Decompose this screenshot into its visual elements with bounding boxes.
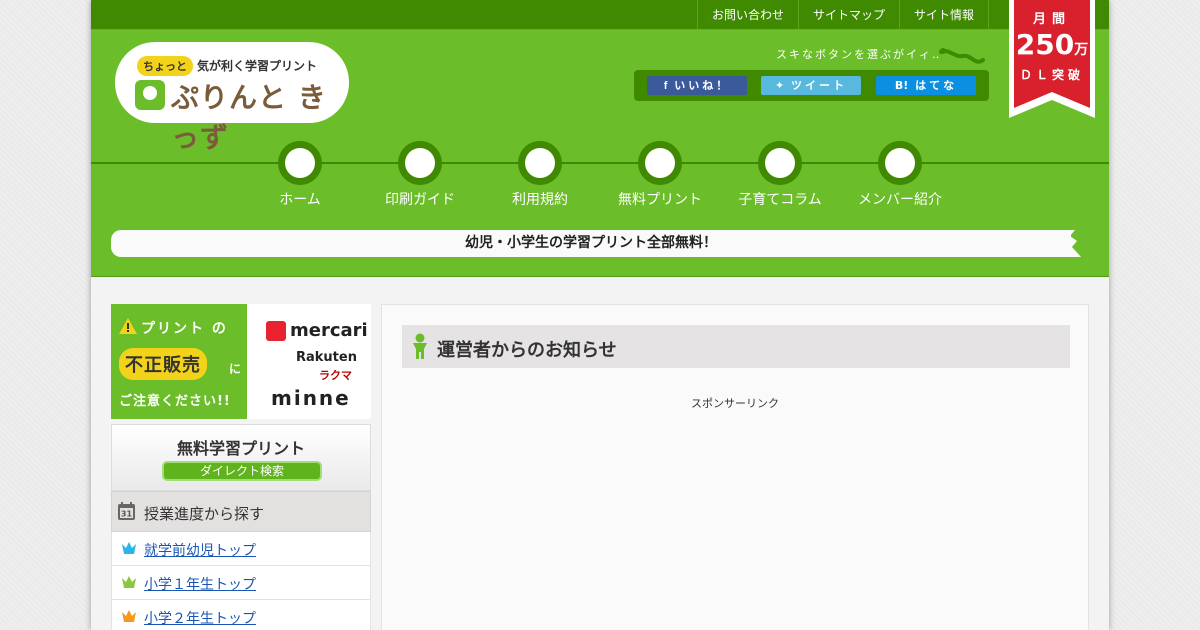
top-bar: お問い合わせ サイトマップ サイト情報 xyxy=(91,0,1109,30)
sidebar-section-title: 授業進度から探す xyxy=(144,505,265,523)
share-buttons: f いいね！ ✦ ツイート B! はてな xyxy=(634,70,989,101)
nav-members[interactable]: メンバー紹介 xyxy=(840,141,960,211)
logo-mark-icon xyxy=(135,80,165,110)
direct-search-box: 無料学習プリント ダイレクト検索 xyxy=(111,424,371,491)
nav-terms[interactable]: 利用規約 xyxy=(480,141,600,211)
nav-free-prints[interactable]: 無料プリント xyxy=(600,141,720,211)
crown-icon xyxy=(122,610,136,622)
promo-left: プリント の 不正販売 に ご注意ください!! xyxy=(111,304,247,419)
nav-circle-icon xyxy=(398,141,442,185)
crown-icon xyxy=(122,576,136,588)
nav-circle-icon xyxy=(278,141,322,185)
share-caption: スキなボタンを選ぶがイィ‥ xyxy=(776,48,942,61)
tweet-button[interactable]: ✦ ツイート xyxy=(761,76,861,95)
sidebar-section-header: 31 授業進度から探す xyxy=(111,491,371,532)
sitemap-link[interactable]: サイトマップ xyxy=(797,0,899,30)
rakuten-logo: Rakuten xyxy=(296,350,357,365)
fraud-highlight: 不正販売 xyxy=(119,348,207,380)
sidebar-link-grade1[interactable]: 小学１年生トップ xyxy=(111,566,371,600)
snake-icon xyxy=(939,48,985,64)
header: ちょっと 気が利く学習プリント ぷりんと きっず スキなボタンを選ぶがイィ‥ f… xyxy=(91,30,1109,277)
nav-circle-icon xyxy=(758,141,802,185)
content-title: 運営者からのお知らせ xyxy=(437,340,617,361)
person-icon xyxy=(413,333,427,359)
rakuma-logo: ラクマ xyxy=(319,369,352,382)
logo-tag: ちょっと xyxy=(137,56,193,76)
nav-circle-icon xyxy=(878,141,922,185)
banner-tail-icon xyxy=(1067,230,1081,257)
top-nav: お問い合わせ サイトマップ サイト情報 xyxy=(696,0,989,30)
minne-logo: minne xyxy=(271,386,351,410)
facebook-icon: f xyxy=(663,80,668,92)
page-container: お問い合わせ サイトマップ サイト情報 ちょっと 気が利く学習プリント ぷりんと… xyxy=(91,0,1109,630)
sponsor-label: スポンサーリンク xyxy=(691,397,779,410)
header-banner: 幼児・小学生の学習プリント全部無料！ xyxy=(111,230,1071,257)
search-title: 無料学習プリント xyxy=(176,439,305,458)
main-content: 運営者からのお知らせ スポンサーリンク xyxy=(381,304,1089,630)
download-count: 250 xyxy=(1015,28,1075,61)
site-info-link[interactable]: サイト情報 xyxy=(898,0,989,30)
logo-tagline: 気が利く学習プリント xyxy=(197,59,318,73)
svg-text:31: 31 xyxy=(121,510,133,519)
nav-circle-icon xyxy=(518,141,562,185)
nav-parenting-column[interactable]: 子育てコラム xyxy=(720,141,840,211)
facebook-like-button[interactable]: f いいね！ xyxy=(647,76,747,95)
crown-icon xyxy=(122,542,136,554)
hatena-bookmark-button[interactable]: B! はてな xyxy=(876,76,976,95)
content-header: 運営者からのお知らせ xyxy=(402,325,1070,368)
warning-icon xyxy=(119,318,137,334)
ribbon-text: 月間 250万 ＤＬ突破 xyxy=(1015,12,1089,82)
calendar-icon: 31 xyxy=(118,502,135,520)
mercari-icon xyxy=(266,321,286,341)
direct-search-button[interactable]: ダイレクト検索 xyxy=(162,461,322,481)
site-logo[interactable]: ちょっと 気が利く学習プリント ぷりんと きっず xyxy=(115,42,349,154)
fraud-warning-banner[interactable]: プリント の 不正販売 に ご注意ください!! mercari Rakuten … xyxy=(111,304,371,419)
sidebar-link-preschool[interactable]: 就学前幼児トップ xyxy=(111,532,371,566)
contact-link[interactable]: お問い合わせ xyxy=(696,0,798,30)
mercari-logo: mercari xyxy=(266,320,368,341)
twitter-bird-icon: ✦ xyxy=(774,79,785,92)
nav-print-guide[interactable]: 印刷ガイド xyxy=(360,141,480,211)
hatena-icon: B! xyxy=(894,79,909,92)
nav-home[interactable]: ホーム xyxy=(240,141,360,211)
sidebar-link-grade2[interactable]: 小学２年生トップ xyxy=(111,600,371,630)
nav-circle-icon xyxy=(638,141,682,185)
